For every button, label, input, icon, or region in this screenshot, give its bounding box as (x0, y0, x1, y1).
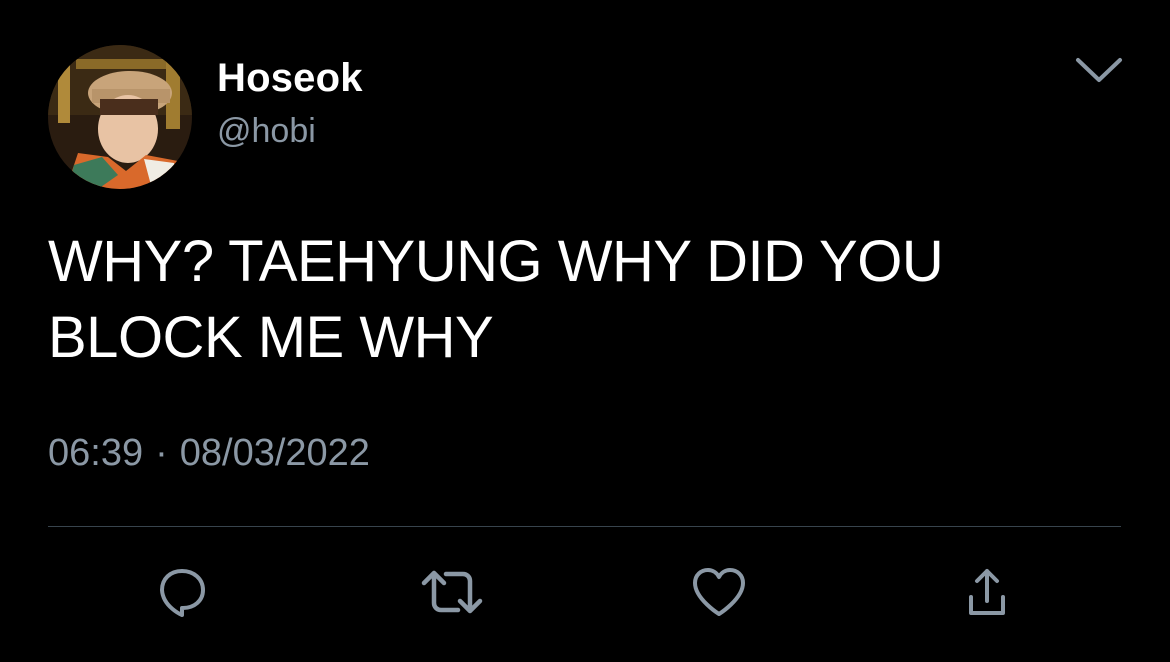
like-button[interactable] (687, 560, 751, 624)
display-name[interactable]: Hoseok (217, 55, 363, 101)
tweet-text: WHY? TAEHYUNG WHY DID YOU BLOCK ME WHY (48, 229, 944, 370)
retweet-icon (421, 570, 483, 614)
share-button[interactable] (955, 560, 1019, 624)
author-block: Hoseok @hobi (217, 55, 363, 151)
tweet-time: 06:39 (48, 432, 144, 474)
avatar[interactable] (48, 45, 192, 189)
user-avatar-photo (48, 45, 192, 189)
tweet-timestamp[interactable]: 06:39 · 08/03/2022 (48, 430, 370, 476)
user-handle[interactable]: @hobi (217, 111, 363, 151)
more-options-button[interactable] (1074, 52, 1124, 88)
action-bar (0, 560, 1170, 630)
heart-icon (693, 568, 745, 616)
tweet-card: Hoseok @hobi WHY? TAEHYUNG WHY DID YOU B… (0, 0, 1170, 662)
reply-button[interactable] (150, 560, 214, 624)
tweet-date: 08/03/2022 (179, 432, 370, 474)
divider (48, 526, 1121, 527)
share-icon (969, 569, 1005, 615)
meta-separator: · (155, 432, 168, 474)
retweet-button[interactable] (420, 560, 484, 624)
comment-icon (160, 569, 205, 617)
chevron-down-icon (1076, 58, 1122, 82)
